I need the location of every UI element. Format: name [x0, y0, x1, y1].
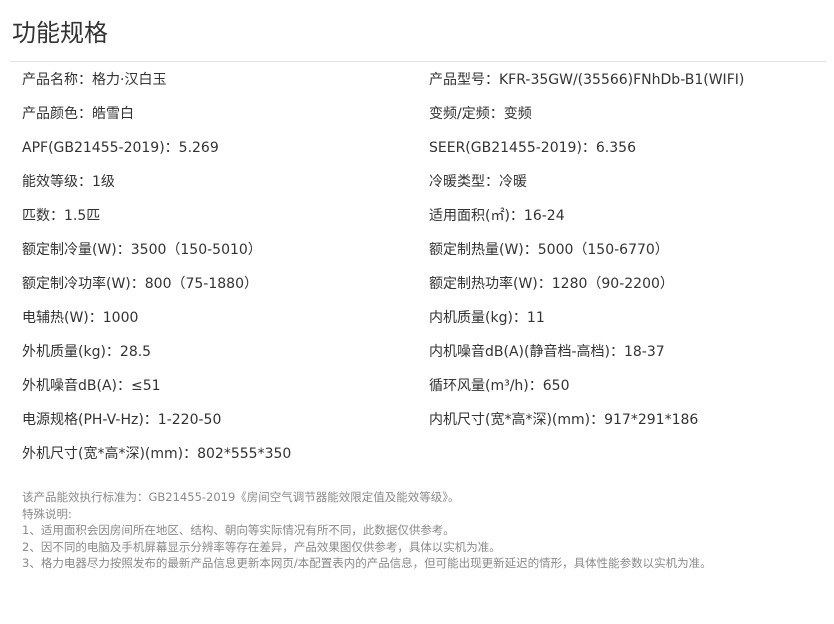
spec-inverter-type: 变频/定频：变频 — [429, 106, 532, 122]
note-standard: 该产品能效执行标准为：GB21455-2019《房间空气调节器能效限定值及能效等… — [22, 490, 460, 504]
spec-indoor-dimensions: 内机尺寸(宽*高*深)(mm)：917*291*186 — [429, 412, 699, 428]
spec-row: 电辅热(W)：1000 内机质量(kg)：11 — [22, 300, 822, 334]
spec-apf: APF(GB21455-2019)：5.269 — [22, 140, 219, 156]
spec-outdoor-noise: 外机噪音dB(A)：≤51 — [22, 378, 161, 394]
spec-row: 产品名称：格力·汉白玉 产品型号：KFR-35GW/(35566)FNhDb-B… — [22, 62, 822, 96]
spec-indoor-weight: 内机质量(kg)：11 — [429, 310, 545, 326]
spec-product-name: 产品名称：格力·汉白玉 — [22, 72, 167, 88]
spec-indoor-noise: 内机噪音dB(A)(静音档-高档)：18-37 — [429, 344, 665, 360]
spec-rated-heating-capacity: 额定制热量(W)：5000（150-6770） — [429, 242, 669, 258]
spec-outdoor-weight: 外机质量(kg)：28.5 — [22, 344, 152, 360]
spec-power-supply: 电源规格(PH-V-Hz)：1-220-50 — [22, 412, 222, 428]
spec-row: 电源规格(PH-V-Hz)：1-220-50 内机尺寸(宽*高*深)(mm)：9… — [22, 402, 822, 436]
spec-rated-cooling-power: 额定制冷功率(W)：800（75-1880） — [22, 276, 258, 292]
spec-rated-cooling-capacity: 额定制冷量(W)：3500（150-5010） — [22, 242, 262, 258]
spec-table: 产品名称：格力·汉白玉 产品型号：KFR-35GW/(35566)FNhDb-B… — [22, 62, 822, 470]
spec-energy-grade: 能效等级：1级 — [22, 174, 115, 190]
note-heading: 特殊说明: — [22, 506, 72, 521]
spec-aux-heating: 电辅热(W)：1000 — [22, 310, 139, 326]
spec-row: 外机尺寸(宽*高*深)(mm)：802*555*350 — [22, 436, 822, 470]
spec-color: 产品颜色：皓雪白 — [22, 106, 134, 122]
note-item: 2、因不同的电脑及手机屏幕显示分辨率等存在差异，产品效果图仅供参考，具体以实机为… — [22, 539, 501, 554]
spec-row: 产品颜色：皓雪白 变频/定频：变频 — [22, 96, 822, 130]
spec-rated-heating-power: 额定制热功率(W)：1280（90-2200） — [429, 276, 674, 292]
spec-horsepower: 匹数：1.5匹 — [22, 208, 101, 224]
spec-seer: SEER(GB21455-2019)：6.356 — [429, 140, 636, 156]
spec-outdoor-dimensions: 外机尺寸(宽*高*深)(mm)：802*555*350 — [22, 446, 292, 462]
footnotes: 该产品能效执行标准为：GB21455-2019《房间空气调节器能效限定值及能效等… — [22, 489, 712, 572]
spec-heating-cooling-type: 冷暖类型：冷暖 — [429, 174, 527, 190]
spec-model-number: 产品型号：KFR-35GW/(35566)FNhDb-B1(WIFI) — [429, 72, 745, 88]
page-title: 功能规格 — [12, 19, 108, 47]
note-item: 1、适用面积会因房间所在地区、结构、朝向等实际情况有所不同，此数据仅供参考。 — [22, 523, 455, 537]
spec-row: APF(GB21455-2019)：5.269 SEER(GB21455-201… — [22, 130, 822, 164]
spec-applicable-area: 适用面积(㎡)：16-24 — [429, 208, 565, 224]
spec-airflow: 循环风量(m³/h)：650 — [429, 378, 570, 394]
spec-row: 外机质量(kg)：28.5 内机噪音dB(A)(静音档-高档)：18-37 — [22, 334, 822, 368]
spec-row: 匹数：1.5匹 适用面积(㎡)：16-24 — [22, 198, 822, 232]
spec-row: 额定制冷功率(W)：800（75-1880） 额定制热功率(W)：1280（90… — [22, 266, 822, 300]
note-item: 3、格力电器尽力按照发布的最新产品信息更新本网页/本配置表内的产品信息，但可能出… — [22, 556, 712, 570]
spec-row: 外机噪音dB(A)：≤51 循环风量(m³/h)：650 — [22, 368, 822, 402]
spec-row: 额定制冷量(W)：3500（150-5010） 额定制热量(W)：5000（15… — [22, 232, 822, 266]
spec-row: 能效等级：1级 冷暖类型：冷暖 — [22, 164, 822, 198]
